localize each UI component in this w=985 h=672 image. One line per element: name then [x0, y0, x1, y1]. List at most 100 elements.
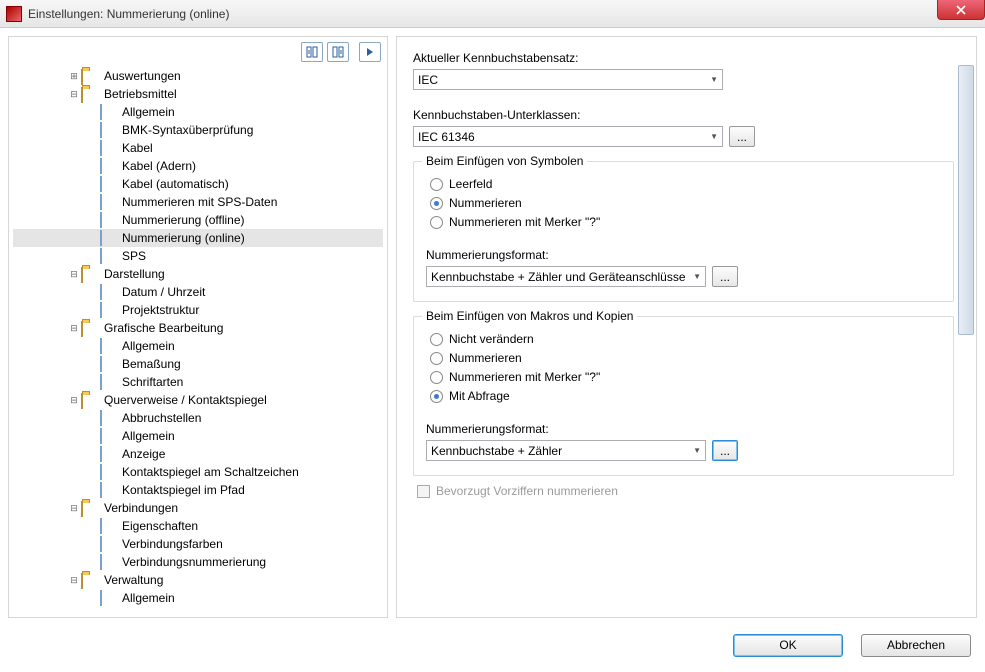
- expander-expanded-icon[interactable]: ⊟: [67, 503, 81, 514]
- expander-expanded-icon[interactable]: ⊟: [67, 395, 81, 406]
- macros-option[interactable]: Nicht verändern: [430, 332, 941, 346]
- expander-expanded-icon[interactable]: ⊟: [67, 575, 81, 586]
- content: ⊞Auswertungen⊟BetriebsmittelAllgemeinBMK…: [0, 28, 985, 626]
- ok-button[interactable]: OK: [733, 634, 843, 657]
- tree-item[interactable]: Anzeige: [13, 445, 383, 463]
- symbols-format-browse-button[interactable]: ...: [712, 266, 738, 287]
- macros-format-label: Nummerierungsformat:: [426, 422, 941, 436]
- expander-expanded-icon[interactable]: ⊟: [67, 323, 81, 334]
- tree-item[interactable]: SPS: [13, 247, 383, 265]
- tree-folder[interactable]: ⊟ Verwaltung: [13, 571, 383, 589]
- tree-item[interactable]: Eigenschaften: [13, 517, 383, 535]
- tree-item[interactable]: Kabel: [13, 139, 383, 157]
- page-icon: [99, 537, 115, 551]
- macros-format-combo[interactable]: Kennbuchstabe + Zähler: [426, 440, 706, 461]
- group-macros-legend: Beim Einfügen von Makros und Kopien: [422, 309, 637, 323]
- radio-label: Nummerieren: [449, 351, 522, 365]
- tree-label: Anzeige: [119, 446, 168, 462]
- tree-label: Verwaltung: [101, 572, 166, 588]
- tree-label: Kontaktspiegel im Pfad: [119, 482, 248, 498]
- unterklassen-label: Kennbuchstaben-Unterklassen:: [413, 108, 954, 122]
- tree-item[interactable]: Allgemein: [13, 337, 383, 355]
- close-button[interactable]: [937, 0, 985, 20]
- radio-icon[interactable]: [430, 197, 443, 210]
- tree-label: SPS: [119, 248, 149, 264]
- settings-tree[interactable]: ⊞Auswertungen⊟BetriebsmittelAllgemeinBMK…: [9, 67, 387, 617]
- tree-item[interactable]: BMK-Syntaxüberprüfung: [13, 121, 383, 139]
- window-title: Einstellungen: Nummerierung (online): [28, 7, 229, 21]
- dialog-footer: OK Abbrechen: [0, 626, 985, 664]
- tree-item[interactable]: Kabel (automatisch): [13, 175, 383, 193]
- tree-item[interactable]: Abbruchstellen: [13, 409, 383, 427]
- macros-format-value: Kennbuchstabe + Zähler: [431, 444, 562, 458]
- expander-expanded-icon[interactable]: ⊟: [67, 269, 81, 280]
- tree-label: Abbruchstellen: [119, 410, 204, 426]
- expander-collapsed-icon[interactable]: ⊞: [67, 71, 81, 82]
- radio-icon[interactable]: [430, 178, 443, 191]
- vorziffern-label: Bevorzugt Vorziffern nummerieren: [436, 484, 618, 498]
- page-icon: [99, 555, 115, 569]
- tree-item[interactable]: Verbindungsfarben: [13, 535, 383, 553]
- aktueller-combo[interactable]: IEC: [413, 69, 723, 90]
- tree-item[interactable]: Verbindungsnummerierung: [13, 553, 383, 571]
- folder-icon: [81, 267, 97, 281]
- macros-option[interactable]: Mit Abfrage: [430, 389, 941, 403]
- tree-item[interactable]: Datum / Uhrzeit: [13, 283, 383, 301]
- symbols-option[interactable]: Leerfeld: [430, 177, 941, 191]
- tree-item[interactable]: Kontaktspiegel im Pfad: [13, 481, 383, 499]
- radio-icon[interactable]: [430, 352, 443, 365]
- macros-format-browse-button[interactable]: ...: [712, 440, 738, 461]
- tree-item[interactable]: Bemaßung: [13, 355, 383, 373]
- radio-icon[interactable]: [430, 371, 443, 384]
- cancel-button[interactable]: Abbrechen: [861, 634, 971, 657]
- tree-item[interactable]: Kabel (Adern): [13, 157, 383, 175]
- tree-item[interactable]: Nummerieren mit SPS-Daten: [13, 193, 383, 211]
- titlebar: Einstellungen: Nummerierung (online): [0, 0, 985, 28]
- collapse-all-button[interactable]: [327, 42, 349, 62]
- expand-all-button[interactable]: [301, 42, 323, 62]
- unterklassen-browse-button[interactable]: ...: [729, 126, 755, 147]
- vorziffern-checkbox-row[interactable]: Bevorzugt Vorziffern nummerieren: [417, 484, 954, 498]
- tree-item[interactable]: Projektstruktur: [13, 301, 383, 319]
- tree-label: Betriebsmittel: [101, 86, 180, 102]
- macros-option[interactable]: Nummerieren: [430, 351, 941, 365]
- tree-label: Projektstruktur: [119, 302, 202, 318]
- tree-folder[interactable]: ⊟Verbindungen: [13, 499, 383, 517]
- tree-folder[interactable]: ⊟Darstellung: [13, 265, 383, 283]
- tree-item[interactable]: Kontaktspiegel am Schaltzeichen: [13, 463, 383, 481]
- aktueller-label: Aktueller Kennbuchstabensatz:: [413, 51, 954, 65]
- macros-option[interactable]: Nummerieren mit Merker "?": [430, 370, 941, 384]
- ellipsis-icon: ...: [737, 130, 747, 144]
- tree-folder[interactable]: ⊟Querverweise / Kontaktspiegel: [13, 391, 383, 409]
- radio-icon[interactable]: [430, 390, 443, 403]
- aktueller-value: IEC: [418, 73, 438, 87]
- expander-expanded-icon[interactable]: ⊟: [67, 89, 81, 100]
- tree-item[interactable]: Allgemein: [13, 103, 383, 121]
- symbols-option[interactable]: Nummerieren: [430, 196, 941, 210]
- symbols-format-combo[interactable]: Kennbuchstabe + Zähler und Geräteanschlü…: [426, 266, 706, 287]
- page-icon: [99, 375, 115, 389]
- play-button[interactable]: [359, 42, 381, 62]
- ok-label: OK: [779, 638, 796, 652]
- tree-item[interactable]: Allgemein: [13, 589, 383, 607]
- vorziffern-checkbox[interactable]: [417, 485, 430, 498]
- tree-item[interactable]: Nummerierung (offline): [13, 211, 383, 229]
- tree-item[interactable]: Schriftarten: [13, 373, 383, 391]
- scrollbar-thumb[interactable]: [958, 65, 974, 335]
- page-icon: [99, 195, 115, 209]
- tree-item[interactable]: Allgemein: [13, 427, 383, 445]
- radio-icon[interactable]: [430, 216, 443, 229]
- folder-icon: [81, 501, 97, 515]
- tree-label: Allgemein: [119, 590, 178, 606]
- tree-folder[interactable]: ⊟ Betriebsmittel: [13, 85, 383, 103]
- tree-folder[interactable]: ⊞Auswertungen: [13, 67, 383, 85]
- radio-icon[interactable]: [430, 333, 443, 346]
- page-icon: [99, 447, 115, 461]
- ellipsis-icon: ...: [720, 444, 730, 458]
- unterklassen-combo[interactable]: IEC 61346: [413, 126, 723, 147]
- tree-label: Kabel (automatisch): [119, 176, 232, 192]
- tree-item[interactable]: Nummerierung (online): [13, 229, 383, 247]
- tree-folder[interactable]: ⊟Grafische Bearbeitung: [13, 319, 383, 337]
- ellipsis-icon: ...: [720, 270, 730, 284]
- symbols-option[interactable]: Nummerieren mit Merker "?": [430, 215, 941, 229]
